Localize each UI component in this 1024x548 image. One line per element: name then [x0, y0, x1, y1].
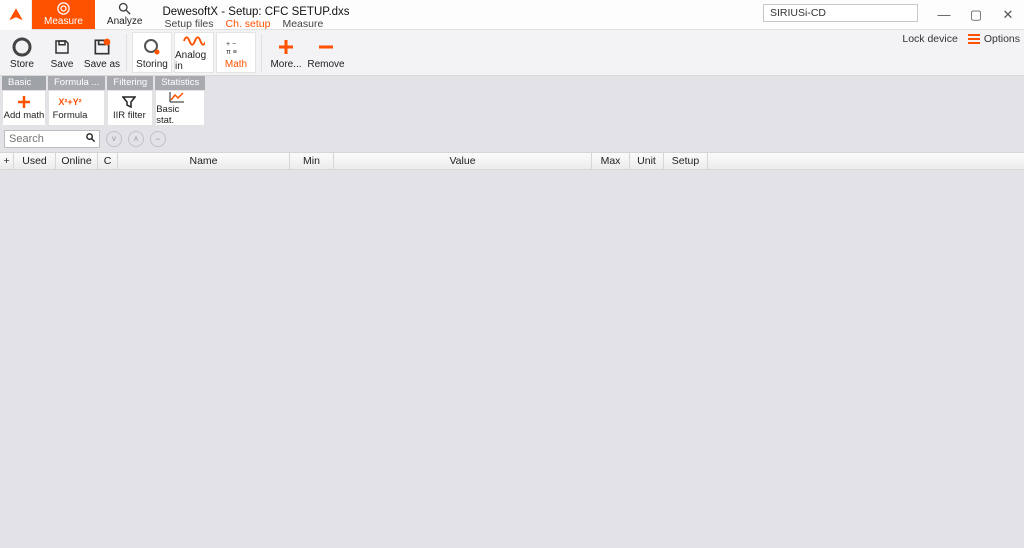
chevron-down-icon: ˅ [111, 134, 116, 144]
mode-analyze-tab[interactable]: Analyze [95, 0, 155, 29]
save-as-button[interactable]: Save as [82, 30, 122, 75]
collapse-up-button[interactable]: ˄ [128, 131, 144, 147]
target-icon [56, 1, 71, 16]
col-min[interactable]: Min [290, 153, 334, 169]
search-row: ˅ ˄ − [0, 126, 1024, 152]
expand-down-button[interactable]: ˅ [106, 131, 122, 147]
analog-in-button[interactable]: Analog in [174, 32, 214, 73]
add-math-button[interactable]: Add math [3, 91, 45, 125]
math-icon: + −π ≡ [226, 36, 246, 58]
wave-icon [183, 33, 205, 49]
minus-small-icon: − [155, 134, 160, 144]
iir-filter-label: IIR filter [113, 110, 146, 121]
options-button[interactable]: Options [968, 33, 1020, 45]
more-button[interactable]: More... [266, 30, 306, 75]
add-math-label: Add math [4, 110, 45, 121]
subtab-measure[interactable]: Measure [282, 18, 323, 30]
math-groups: Basic Add math Formula ... X²+Y² Formula… [0, 76, 1024, 126]
app-logo [0, 0, 32, 30]
group-statistics-header[interactable]: Statistics [155, 76, 205, 90]
formula-label: Formula [53, 110, 88, 121]
storing-icon [143, 36, 161, 58]
window-maximize-button[interactable]: ▢ [960, 0, 992, 29]
search-icon[interactable] [85, 132, 96, 143]
search-box [4, 130, 100, 148]
storing-button[interactable]: Storing [132, 32, 172, 73]
minus-icon [317, 36, 335, 58]
main-toolbar: Store Save Save as Storing Analog in + −… [0, 30, 1024, 76]
options-icon [968, 34, 980, 44]
options-label: Options [984, 33, 1020, 45]
group-filtering-header[interactable]: Filtering [107, 76, 153, 90]
remove-button[interactable]: Remove [306, 30, 346, 75]
col-value[interactable]: Value [334, 153, 592, 169]
svg-text:π ≡: π ≡ [226, 49, 237, 55]
remove-label: Remove [307, 59, 344, 70]
subtab-ch-setup[interactable]: Ch. setup [226, 18, 271, 30]
storing-label: Storing [136, 59, 168, 70]
lock-device-link[interactable]: Lock device [902, 33, 957, 45]
device-name: SIRIUSi-CD [770, 7, 826, 19]
window-close-button[interactable]: ✕ [992, 0, 1024, 29]
channel-table-header: + Used Online C Name Min Value Max Unit … [0, 152, 1024, 170]
col-c[interactable]: C [98, 153, 118, 169]
title-bar: Measure Analyze DewesoftX - Setup: CFC S… [0, 0, 1024, 30]
store-button[interactable]: Store [2, 30, 42, 75]
mode-analyze-label: Analyze [107, 16, 143, 27]
chevron-up-icon: ˄ [133, 134, 138, 144]
save-as-label: Save as [84, 59, 120, 70]
col-unit[interactable]: Unit [630, 153, 664, 169]
col-plus[interactable]: + [0, 153, 14, 169]
collapse-all-button[interactable]: − [150, 131, 166, 147]
save-button[interactable]: Save [42, 30, 82, 75]
math-button[interactable]: + −π ≡ Math [216, 32, 256, 73]
options-row: Lock device Options [902, 30, 1020, 48]
group-basic-header[interactable]: Basic [2, 76, 46, 90]
store-label: Store [10, 59, 34, 70]
channel-table-body [0, 170, 1024, 530]
mode-measure-label: Measure [44, 16, 83, 27]
chart-line-icon [169, 91, 185, 103]
save-label: Save [51, 59, 74, 70]
iir-filter-button[interactable]: IIR filter [108, 91, 150, 125]
window-title: DewesoftX - Setup: CFC SETUP.dxs [154, 0, 353, 18]
device-selector[interactable]: SIRIUSi-CD [763, 4, 918, 22]
svg-text:+ −: + − [226, 41, 236, 48]
record-icon [12, 36, 32, 58]
col-online[interactable]: Online [56, 153, 98, 169]
formula-icon: X²+Y² [58, 95, 81, 109]
minimize-icon: — [938, 7, 951, 22]
col-used[interactable]: Used [14, 153, 56, 169]
filter-icon [122, 95, 136, 109]
formula-button[interactable]: X²+Y² Formula [49, 91, 91, 125]
more-label: More... [270, 59, 301, 70]
math-label: Math [225, 59, 247, 70]
maximize-icon: ▢ [970, 7, 982, 23]
basic-stat-button[interactable]: Basic stat. [156, 91, 198, 125]
window-minimize-button[interactable]: — [928, 0, 960, 29]
analog-in-label: Analog in [175, 50, 213, 72]
mode-measure-tab[interactable]: Measure [32, 0, 95, 29]
plus-icon [17, 95, 31, 109]
save-as-icon [92, 36, 112, 58]
subtab-setup-files[interactable]: Setup files [164, 18, 213, 30]
basic-stat-label: Basic stat. [156, 104, 198, 126]
plus-icon [277, 36, 295, 58]
col-setup[interactable]: Setup [664, 153, 708, 169]
save-icon [53, 36, 71, 58]
close-icon: ✕ [1003, 7, 1014, 23]
col-max[interactable]: Max [592, 153, 630, 169]
col-name[interactable]: Name [118, 153, 290, 169]
group-formula-header[interactable]: Formula ... [48, 76, 105, 90]
magnify-icon [117, 1, 132, 16]
